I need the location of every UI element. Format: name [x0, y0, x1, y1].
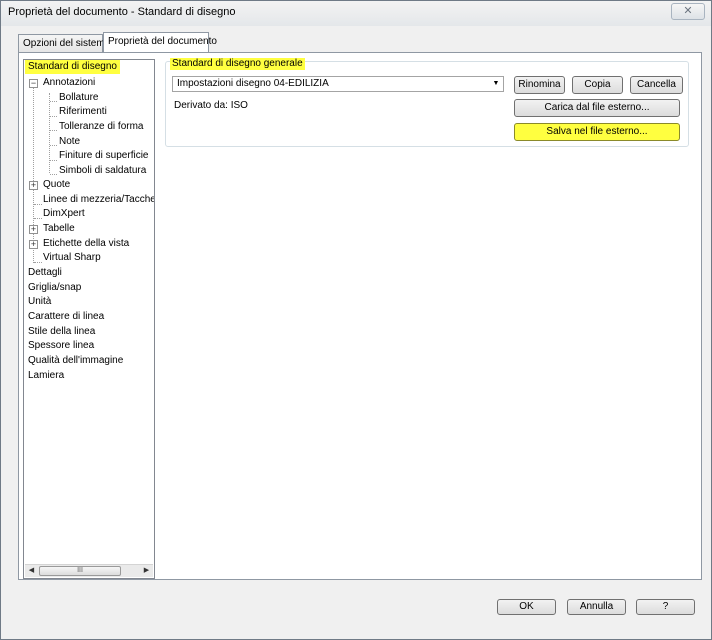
derived-from-label: Derivato da: ISO	[174, 100, 248, 111]
tree-connector	[33, 79, 34, 263]
tree-item-dimxpert[interactable]: DimXpert	[43, 207, 85, 221]
window-title: Proprietà del documento - Standard di di…	[8, 6, 236, 18]
expand-icon[interactable]: +	[29, 240, 38, 249]
tree-item-spessore-linea[interactable]: Spessore linea	[28, 339, 94, 353]
tree-item-simboli-di-saldatura[interactable]: Simboli di saldatura	[59, 164, 146, 178]
tree-item-virtual-sharp[interactable]: Virtual Sharp	[43, 251, 101, 265]
tree-item-dettagli[interactable]: Dettagli	[28, 266, 62, 280]
tree-connector	[34, 204, 42, 205]
scroll-right-icon[interactable]: ▶	[140, 565, 153, 577]
tree-item-linee-di-mezzeria[interactable]: Linee di mezzeria/Tacche	[43, 193, 154, 207]
load-external-button[interactable]: Carica dal file esterno...	[514, 99, 680, 117]
chevron-down-icon[interactable]: ▼	[491, 78, 501, 90]
horizontal-scrollbar[interactable]: ◀ III ▶	[25, 564, 153, 577]
tree-item-finiture-di-superficie[interactable]: Finiture di superficie	[59, 149, 148, 163]
tree-item-annotazioni[interactable]: Annotazioni	[43, 76, 95, 90]
ok-button[interactable]: OK	[497, 599, 556, 615]
collapse-icon[interactable]: −	[29, 79, 38, 88]
tree-item-lamiera[interactable]: Lamiera	[28, 369, 64, 383]
tree-item-quote[interactable]: Quote	[43, 178, 70, 192]
close-icon: ✕	[683, 5, 693, 17]
tree-item-stile-della-linea[interactable]: Stile della linea	[28, 325, 95, 339]
group-title: Standard di disegno generale	[170, 58, 305, 70]
scroll-thumb[interactable]: III	[39, 566, 121, 576]
tree-connector	[34, 262, 42, 263]
tree-item-tolleranze-di-forma[interactable]: Tolleranze di forma	[59, 120, 143, 134]
options-tree[interactable]: Standard di disegno − Annotazioni Bollat…	[23, 59, 155, 579]
tree-connector	[34, 218, 42, 219]
dialog-window: Proprietà del documento - Standard di di…	[0, 0, 712, 640]
tree-connector	[49, 93, 50, 173]
cancel-button[interactable]: Annulla	[567, 599, 626, 615]
standard-select-value: Impostazioni disegno 04-EDILIZIA	[177, 78, 329, 89]
title-bar[interactable]: Proprietà del documento - Standard di di…	[1, 1, 711, 26]
rename-button[interactable]: Rinomina	[514, 76, 565, 94]
tree-item-griglia-snap[interactable]: Griglia/snap	[28, 281, 81, 295]
tree-item-unita[interactable]: Unità	[28, 295, 51, 309]
tree-connector	[50, 145, 57, 146]
scroll-left-icon[interactable]: ◀	[25, 565, 38, 577]
tree-connector	[50, 116, 57, 117]
delete-button[interactable]: Cancella	[630, 76, 683, 94]
help-button[interactable]: ?	[636, 599, 695, 615]
tree-item-carattere-di-linea[interactable]: Carattere di linea	[28, 310, 104, 324]
expand-icon[interactable]: +	[29, 225, 38, 234]
tree-item-bollature[interactable]: Bollature	[59, 91, 98, 105]
tree-item-riferimenti[interactable]: Riferimenti	[59, 105, 107, 119]
tree-item-etichette-della-vista[interactable]: Etichette della vista	[43, 237, 129, 251]
tab-panel: Standard di disegno − Annotazioni Bollat…	[18, 52, 702, 580]
tree-item-note[interactable]: Note	[59, 135, 80, 149]
copy-button[interactable]: Copia	[572, 76, 623, 94]
tree-connector	[50, 130, 57, 131]
tree-item-standard-di-disegno[interactable]: Standard di disegno	[25, 60, 120, 74]
drafting-standard-group: Standard di disegno generale Impostazion…	[165, 58, 689, 147]
standard-select[interactable]: Impostazioni disegno 04-EDILIZIA ▼	[172, 76, 504, 92]
save-external-button[interactable]: Salva nel file esterno...	[514, 123, 680, 141]
tab-document-properties[interactable]: Proprietà del documento	[103, 32, 217, 53]
tree-item-qualita-immagine[interactable]: Qualità dell'immagine	[28, 354, 123, 368]
tree-item-tabelle[interactable]: Tabelle	[43, 222, 75, 236]
tree-connector	[50, 174, 57, 175]
tab-system-options[interactable]: Opzioni del sistema	[18, 34, 110, 52]
tree-connector	[50, 160, 57, 161]
expand-icon[interactable]: +	[29, 181, 38, 190]
tree-connector	[50, 101, 57, 102]
close-button[interactable]: ✕	[671, 3, 705, 20]
